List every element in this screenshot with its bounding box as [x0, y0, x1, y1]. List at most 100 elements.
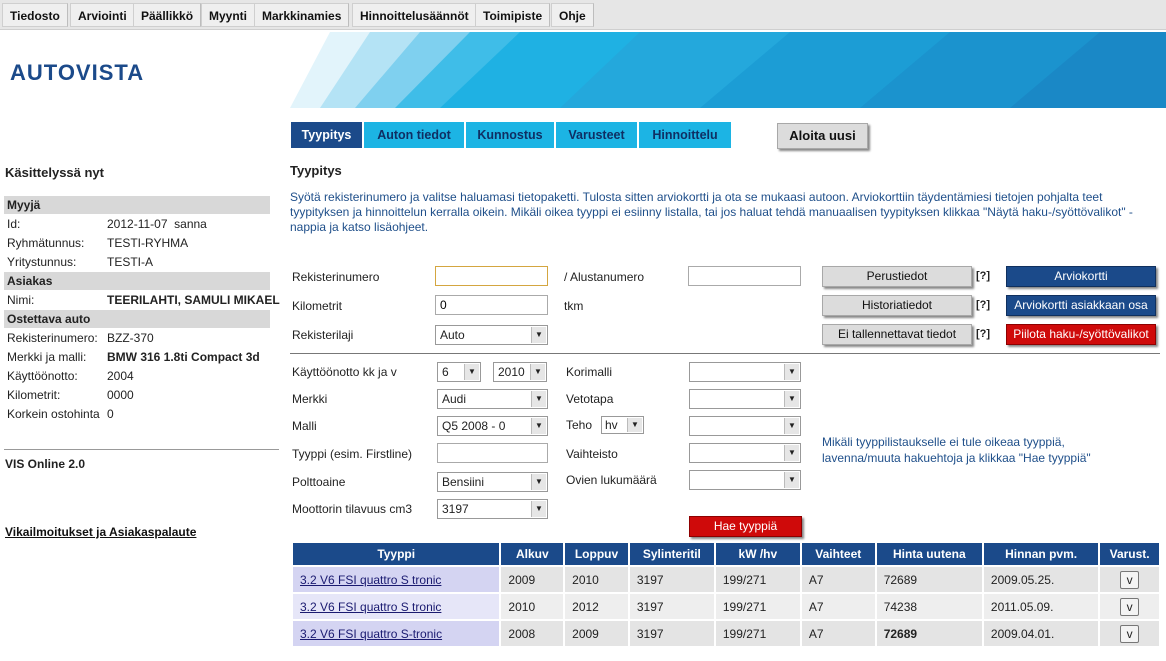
cell-varust: v	[1100, 594, 1159, 621]
menu-ohje[interactable]: Ohje	[551, 3, 594, 27]
table-row[interactable]: 3.2 V6 FSI quattro S-tronic 2008 2009 31…	[293, 621, 1159, 648]
tab-hinnoittelu[interactable]: Hinnoittelu	[639, 122, 732, 148]
id-value: 2012-11-07 sanna	[107, 217, 207, 231]
section-myyja: Myyjä	[4, 196, 270, 214]
col-sylinteritil[interactable]: Sylinteritil	[629, 543, 714, 567]
year-select[interactable]: 2010 ▼	[493, 362, 547, 382]
piilota-button[interactable]: Piilota haku-/syöttövalikot	[1006, 324, 1156, 345]
use-label: Käyttöönotto:	[7, 369, 78, 383]
col-kw-hv[interactable]: kW /hv	[715, 543, 800, 567]
help-ei-tallennettavat[interactable]: [?]	[976, 328, 990, 340]
varusteet-button[interactable]: v	[1120, 597, 1140, 616]
ei-tallennettavat-button[interactable]: Ei tallennettavat tiedot	[822, 324, 972, 345]
chevron-down-icon: ▼	[531, 501, 546, 517]
group-label: Ryhmätunnus:	[7, 236, 85, 250]
col-vaihteet[interactable]: Vaihteet	[801, 543, 875, 567]
cell-kw-hv: 199/271	[715, 594, 800, 621]
menu-myynti[interactable]: Myynti	[201, 3, 256, 27]
kilometers-input[interactable]	[435, 295, 548, 315]
menu-tiedosto[interactable]: Tiedosto	[2, 3, 68, 27]
km-value: 0000	[107, 388, 134, 402]
malli-label: Malli	[292, 419, 317, 433]
tab-auton-tiedot[interactable]: Auton tiedot	[364, 122, 465, 148]
cell-tyyppi[interactable]: 3.2 V6 FSI quattro S tronic	[293, 594, 500, 621]
varusteet-button[interactable]: v	[1120, 570, 1140, 589]
cell-sylinteritil: 3197	[629, 621, 714, 648]
kilometers-label: Kilometrit	[292, 299, 343, 313]
banner-graphic	[290, 32, 1166, 108]
vetotapa-label: Vetotapa	[566, 392, 614, 406]
cell-alkuv: 2009	[501, 567, 564, 594]
col-varust[interactable]: Varust.	[1100, 543, 1159, 567]
form-divider	[290, 353, 1160, 354]
search-type-button[interactable]: Hae tyyppiä	[689, 516, 802, 537]
malli-select[interactable]: Q5 2008 - 0 ▼	[437, 416, 548, 436]
teho-unit-select[interactable]: hv ▼	[601, 416, 644, 434]
col-tyyppi[interactable]: Tyyppi	[293, 543, 500, 567]
cell-pvm: 2011.05.09.	[983, 594, 1099, 621]
tab-tyypitys[interactable]: Tyypitys	[291, 122, 363, 148]
section-title: Tyypitys	[290, 163, 342, 178]
help-perustiedot[interactable]: [?]	[976, 270, 990, 282]
name-value: TEERILAHTI, SAMULI MIKAEL	[107, 293, 280, 307]
table-row[interactable]: 3.2 V6 FSI quattro S tronic 2010 2012 31…	[293, 594, 1159, 621]
korimalli-label: Korimalli	[566, 365, 613, 379]
reg-number-input[interactable]	[435, 266, 548, 286]
chevron-down-icon: ▼	[627, 418, 642, 432]
arviokortti-asiakas-button[interactable]: Arviokortti asiakkaan osa	[1006, 295, 1156, 316]
cell-vaihteet: A7	[801, 621, 875, 648]
help-historiatiedot[interactable]: [?]	[976, 299, 990, 311]
col-alkuv[interactable]: Alkuv	[501, 543, 564, 567]
type-link[interactable]: 3.2 V6 FSI quattro S tronic	[300, 600, 441, 614]
teho-select[interactable]: ▼	[689, 416, 801, 436]
type-link[interactable]: 3.2 V6 FSI quattro S tronic	[300, 573, 441, 587]
tyyppi-input[interactable]	[437, 443, 548, 463]
ovet-select[interactable]: ▼	[689, 470, 801, 490]
col-hinnan-pvm[interactable]: Hinnan pvm.	[983, 543, 1099, 567]
polttoaine-select[interactable]: Bensiini ▼	[437, 472, 548, 492]
search-hint: Mikäli tyyppilistaukselle ei tule oikeaa…	[822, 435, 1091, 465]
feedback-link[interactable]: Vikailmoitukset ja Asiakaspalaute	[5, 525, 196, 539]
reglaji-select[interactable]: Auto ▼	[435, 325, 548, 345]
table-row[interactable]: 3.2 V6 FSI quattro S tronic 2009 2010 31…	[293, 567, 1159, 594]
chevron-down-icon: ▼	[784, 472, 799, 488]
tilavuus-label: Moottorin tilavuus cm3	[292, 502, 413, 516]
cell-tyyppi[interactable]: 3.2 V6 FSI quattro S-tronic	[293, 621, 500, 648]
cell-sylinteritil: 3197	[629, 567, 714, 594]
perustiedot-button[interactable]: Perustiedot	[822, 266, 972, 287]
start-over-button[interactable]: Aloita uusi	[777, 123, 868, 149]
cell-tyyppi[interactable]: 3.2 V6 FSI quattro S tronic	[293, 567, 500, 594]
historiatiedot-button[interactable]: Historiatiedot	[822, 295, 972, 316]
vetotapa-select[interactable]: ▼	[689, 389, 801, 409]
tab-varusteet[interactable]: Varusteet	[556, 122, 638, 148]
chassis-label: / Alustanumero	[564, 270, 645, 284]
cell-alkuv: 2008	[501, 621, 564, 648]
menu-paallikko[interactable]: Päällikkö	[133, 3, 202, 27]
col-loppuv[interactable]: Loppuv	[565, 543, 628, 567]
varusteet-button[interactable]: v	[1120, 624, 1140, 643]
sidebar-title: Käsittelyssä nyt	[5, 165, 104, 180]
cell-varust: v	[1100, 567, 1159, 594]
chassis-input[interactable]	[688, 266, 801, 286]
menu-toimipiste[interactable]: Toimipiste	[475, 3, 551, 27]
tab-kunnostus[interactable]: Kunnostus	[466, 122, 555, 148]
korimalli-select[interactable]: ▼	[689, 362, 801, 382]
chevron-down-icon: ▼	[530, 364, 545, 380]
type-link[interactable]: 3.2 V6 FSI quattro S-tronic	[300, 627, 442, 641]
menu-markkinamies[interactable]: Markkinamies	[254, 3, 350, 27]
results-table: Tyyppi Alkuv Loppuv Sylinteritil kW /hv …	[291, 543, 1161, 648]
chevron-down-icon: ▼	[784, 364, 799, 380]
menu-arviointi[interactable]: Arviointi	[70, 3, 135, 27]
vaihteisto-select[interactable]: ▼	[689, 443, 801, 463]
cell-loppuv: 2010	[565, 567, 628, 594]
tilavuus-select[interactable]: 3197 ▼	[437, 499, 548, 519]
merkki-select[interactable]: Audi ▼	[437, 389, 548, 409]
arviokortti-button[interactable]: Arviokortti	[1006, 266, 1156, 287]
month-select[interactable]: 6 ▼	[437, 362, 481, 382]
tyyppi-label: Tyyppi (esim. Firstline)	[292, 447, 413, 461]
header-banner: AUTOVISTA	[0, 32, 1166, 108]
cell-loppuv: 2009	[565, 621, 628, 648]
col-hinta-uutena[interactable]: Hinta uutena	[876, 543, 982, 567]
menu-hinnoittelusaannot[interactable]: Hinnoittelusäännöt	[352, 3, 477, 27]
cell-alkuv: 2010	[501, 594, 564, 621]
